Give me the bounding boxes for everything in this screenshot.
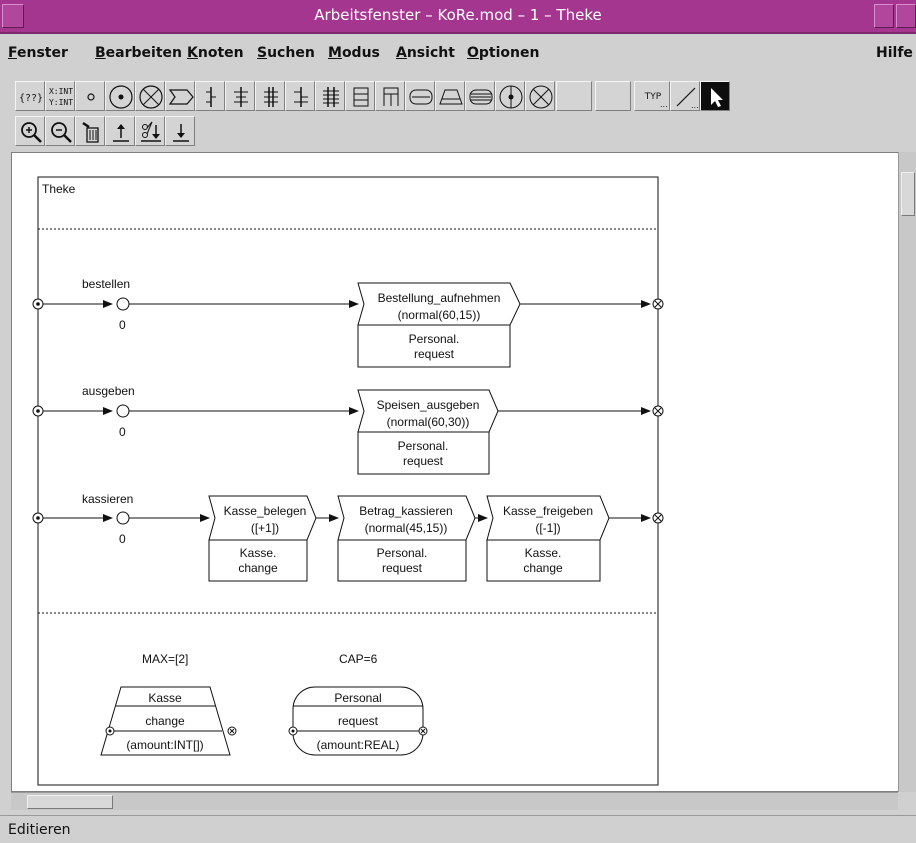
resource-name: Personal (334, 691, 381, 705)
minimize-button[interactable] (874, 4, 894, 28)
small-place-tool[interactable] (75, 81, 105, 111)
typ-tool[interactable]: TYP... (634, 81, 670, 111)
activity-resource: Kasse. (240, 546, 277, 560)
title-bar[interactable]: Arbeitsfenster – KoRe.mod – 1 – Theke (0, 0, 916, 34)
coordinate-type-tool[interactable]: X:INT Y:INT (45, 81, 75, 111)
split-tool[interactable] (375, 81, 405, 111)
activity-name: Kasse_freigeben (503, 504, 593, 518)
menu-modus[interactable]: Modus (328, 45, 380, 61)
connector-5-tool[interactable] (315, 81, 345, 111)
resource-limit: CAP=6 (339, 652, 378, 666)
model-canvas[interactable]: Theke bestellen 0 Bestellung_aufnehmen (… (11, 152, 915, 792)
menu-optionen[interactable]: Optionen (467, 45, 539, 61)
cut-paste-icon[interactable] (135, 116, 165, 146)
svg-text:X:INT: X:INT (49, 87, 73, 96)
activity-name: Bestellung_aufnehmen (378, 291, 501, 305)
place-ausgeben (116, 404, 130, 418)
block-tool[interactable] (345, 81, 375, 111)
resource-method: change (145, 714, 185, 728)
activity-action: change (523, 561, 563, 575)
activity-time: ([+1]) (251, 521, 279, 535)
vertical-scroll-thumb[interactable] (901, 172, 915, 216)
horizontal-scroll-thumb[interactable] (27, 795, 113, 809)
diagram-title: Theke (42, 182, 76, 196)
menu-bearbeiten[interactable]: Bearbeiten (95, 45, 182, 61)
activity-action: request (382, 561, 423, 575)
resource-trapezoid-tool[interactable] (435, 81, 465, 111)
connector-3-tool[interactable] (255, 81, 285, 111)
activity-time: (normal(60,15)) (398, 308, 481, 322)
activity-resource: Kasse. (525, 546, 562, 560)
row-ausgeben: ausgeben 0 Speisen_ausgeben (normal(60,3… (32, 384, 664, 475)
token-count: 0 (119, 532, 126, 546)
vertical-scrollbar[interactable] (898, 152, 916, 792)
zoom-out-icon[interactable] (45, 116, 75, 146)
svg-text:...: ... (691, 101, 699, 110)
resource-rounded-tool[interactable] (405, 81, 435, 111)
svg-text:...: ... (660, 100, 668, 109)
junction-tool[interactable] (495, 81, 525, 111)
menu-knoten[interactable]: Knoten (187, 45, 244, 61)
activity-time: (normal(60,30)) (387, 415, 470, 429)
connector-4-tool[interactable] (285, 81, 315, 111)
place-bestellen (116, 297, 130, 311)
connector-2-tool[interactable] (225, 81, 255, 111)
activity-time: ([-1]) (535, 521, 560, 535)
menu-fenster[interactable]: Fenster (8, 45, 68, 61)
activity-resource: Personal. (398, 439, 449, 453)
place-label: bestellen (82, 277, 130, 291)
move-down-icon[interactable] (165, 116, 195, 146)
move-up-icon[interactable] (105, 116, 135, 146)
resource-kasse: MAX=[2] Kasse change (amount:INT[]) (100, 652, 237, 756)
place-label: ausgeben (82, 384, 135, 398)
activity-action: request (403, 454, 444, 468)
zoom-in-icon[interactable] (15, 116, 45, 146)
application-window: Arbeitsfenster – KoRe.mod – 1 – Theke Fe… (0, 0, 916, 843)
activity-action: request (414, 347, 455, 361)
activity-action: change (238, 561, 278, 575)
svg-text:Y:INT: Y:INT (49, 98, 73, 107)
exit-place-tool[interactable] (135, 81, 165, 111)
line-tool[interactable]: ... (670, 81, 700, 111)
row-bestellen: bestellen 0 Bestellung_aufnehmen (normal… (32, 277, 664, 368)
activity-name: Speisen_ausgeben (377, 398, 480, 412)
status-mode: Editieren (8, 822, 71, 838)
token-count: 0 (119, 425, 126, 439)
horizontal-scrollbar[interactable] (11, 792, 898, 810)
activity-time: (normal(45,15)) (365, 521, 448, 535)
empty-tool-2[interactable] (595, 81, 631, 111)
select-pointer-tool[interactable] (700, 81, 730, 111)
cross-junction-tool[interactable] (525, 81, 555, 111)
activity-name: Betrag_kassieren (359, 504, 452, 518)
place-label: kassieren (82, 492, 133, 506)
resource-param: (amount:INT[]) (126, 738, 203, 752)
menu-hilfe[interactable]: Hilfe (876, 45, 913, 61)
activity-resource: Personal. (377, 546, 428, 560)
menu-suchen[interactable]: Suchen (257, 45, 315, 61)
activity-resource: Personal. (409, 332, 460, 346)
window-title: Arbeitsfenster – KoRe.mod – 1 – Theke (314, 6, 602, 24)
connector-1-tool[interactable] (195, 81, 225, 111)
entry-place-tool[interactable] (105, 81, 135, 111)
menu-bar: Fenster Bearbeiten Knoten Suchen Modus A… (0, 41, 916, 67)
resource-name: Kasse (148, 691, 182, 705)
row-kassieren: kassieren 0 Kasse_belegen ([+1]) Kasse. … (32, 492, 664, 582)
activity-tool[interactable] (165, 81, 195, 111)
menu-ansicht[interactable]: Ansicht (396, 45, 455, 61)
parameter-tool[interactable]: {??} (15, 81, 45, 111)
resource-param: (amount:REAL) (317, 738, 400, 752)
token-count: 0 (119, 318, 126, 332)
resource-method: request (338, 714, 379, 728)
resource-limit: MAX=[2] (142, 652, 188, 666)
svg-text:{??}: {??} (19, 93, 43, 104)
resource-personal: CAP=6 Personal request (amount:REAL) (288, 652, 428, 756)
empty-tool-1[interactable] (556, 81, 592, 111)
activity-name: Kasse_belegen (224, 504, 307, 518)
maximize-button[interactable] (896, 4, 916, 28)
net-diagram: Theke bestellen 0 Bestellung_aufnehmen (… (32, 176, 664, 786)
place-kassieren (116, 511, 130, 525)
status-bar: Editieren (0, 815, 916, 843)
trash-icon[interactable] (75, 116, 105, 146)
resource-stack-tool[interactable] (465, 81, 495, 111)
